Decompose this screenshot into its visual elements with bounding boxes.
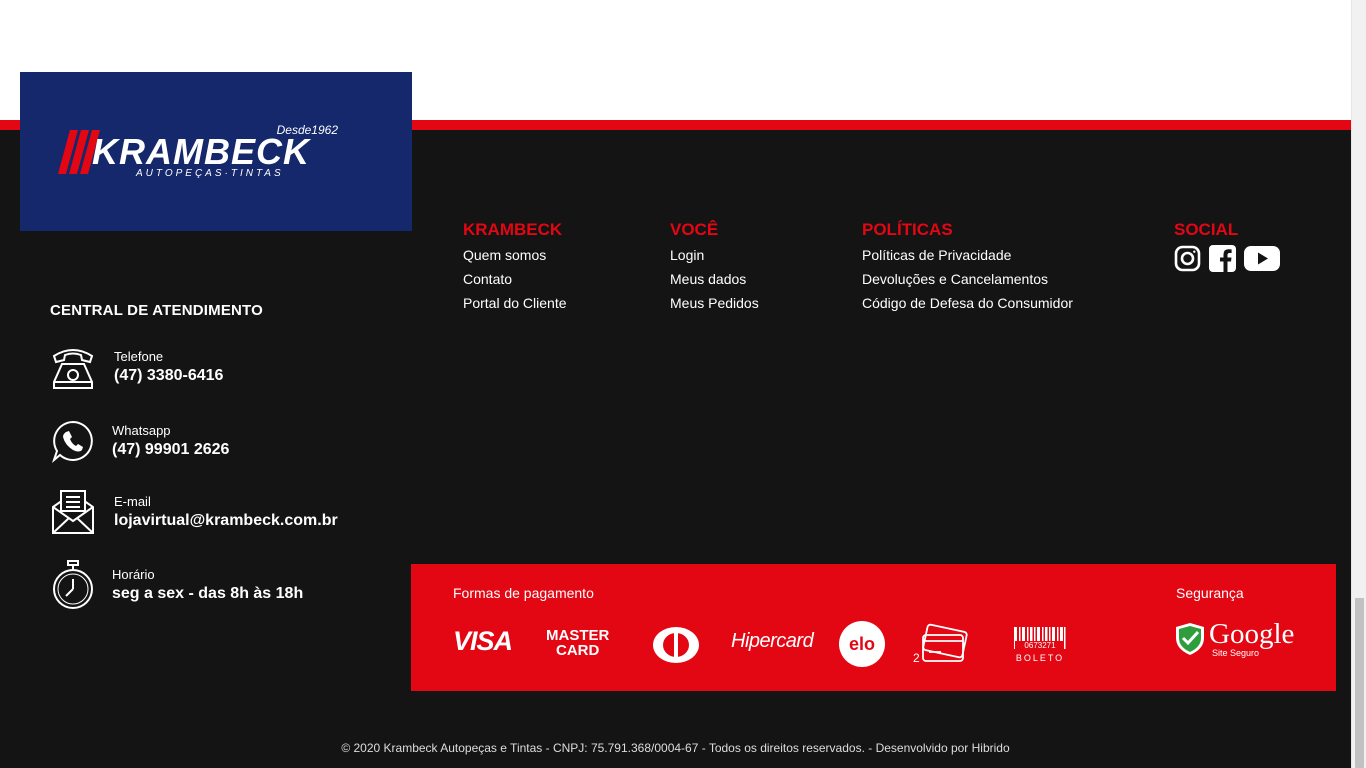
contact-value: seg a sex - das 8h às 18h	[112, 584, 304, 602]
link-devolucoes[interactable]: Devoluções e Cancelamentos	[862, 267, 1073, 291]
facebook-icon[interactable]	[1209, 245, 1236, 272]
instagram-icon[interactable]	[1174, 245, 1201, 272]
email-icon	[50, 489, 96, 535]
boleto-number: 0673271	[1024, 641, 1056, 650]
telephone-icon	[50, 344, 96, 390]
footer-col-krambeck: KRAMBECK Quem somos Contato Portal do Cl…	[463, 219, 567, 315]
contact-label: Telefone	[114, 348, 164, 364]
krambeck-logo[interactable]: Desde1962 KRAMBECK AUTOPEÇAS·TINTAS	[20, 72, 412, 231]
link-codigo-defesa-consumidor[interactable]: Código de Defesa do Consumidor	[862, 291, 1073, 315]
logo-tagline: AUTOPEÇAS·TINTAS	[135, 168, 284, 179]
link-meus-dados[interactable]: Meus dados	[670, 267, 759, 291]
contact-label: E-mail	[114, 493, 151, 509]
contact-email[interactable]: E-mail lojavirtual@krambeck.com.br	[50, 489, 338, 535]
contact-value[interactable]: lojavirtual@krambeck.com.br	[114, 511, 338, 531]
visa-logo: VISA	[453, 626, 513, 656]
scrollbar-thumb[interactable]	[1355, 598, 1364, 768]
krambeck-logo-mark: Desde1962 KRAMBECK AUTOPEÇAS·TINTAS	[58, 123, 338, 179]
boleto-logo: 0673271 BOLETO	[1013, 626, 1067, 664]
mastercard-line1: MASTER	[546, 627, 610, 644]
col-title: SOCIAL	[1174, 220, 1239, 239]
stopwatch-icon	[50, 560, 96, 609]
central-title: CENTRAL DE ATENDIMENTO	[50, 302, 264, 319]
link-login[interactable]: Login	[670, 243, 759, 267]
whatsapp-icon	[50, 418, 96, 464]
contact-whatsapp[interactable]: Whatsapp (47) 99901 2626	[50, 418, 229, 464]
contact-label: Horário	[112, 566, 155, 582]
link-portal-do-cliente[interactable]: Portal do Cliente	[463, 291, 567, 315]
installment-cards-icon: 2	[913, 622, 971, 664]
security-title: Segurança	[1176, 585, 1244, 601]
contact-value[interactable]: (47) 99901 2626	[112, 440, 229, 460]
site-seguro-text: Site Seguro	[1212, 648, 1260, 658]
footer-col-voce: VOCÊ Login Meus dados Meus Pedidos	[670, 219, 759, 315]
link-quem-somos[interactable]: Quem somos	[463, 243, 567, 267]
payment-title: Formas de pagamento	[453, 585, 594, 601]
scrollbar[interactable]	[1351, 0, 1366, 768]
elo-logo: elo	[839, 621, 885, 667]
shield-check-icon	[1176, 623, 1204, 655]
mastercard-logo: MASTER CARD	[546, 628, 609, 658]
elo-text: elo	[849, 634, 875, 654]
contact-telefone[interactable]: Telefone (47) 3380-6416	[50, 344, 223, 390]
copyright: © 2020 Krambeck Autopeças e Tintas - CNP…	[341, 741, 1010, 755]
google-safe-site-badge: Google Site Seguro	[1175, 620, 1294, 658]
diners-logo	[652, 626, 700, 664]
col-title: POLÍTICAS	[862, 220, 953, 239]
contact-label: Whatsapp	[112, 422, 171, 438]
boleto-text: BOLETO	[1016, 653, 1064, 663]
logo-brand: KRAMBECK	[92, 131, 312, 172]
payment-security-panel: Formas de pagamento Segurança VISA MASTE…	[411, 564, 1336, 691]
contact-horario: Horário seg a sex - das 8h às 18h	[50, 560, 304, 609]
footer-col-politicas: POLÍTICAS Políticas de Privacidade Devol…	[862, 219, 1073, 315]
footer-col-social: SOCIAL	[1174, 219, 1280, 272]
mastercard-line2: CARD	[556, 642, 600, 659]
installments-number: 2	[913, 651, 920, 664]
col-title: KRAMBECK	[463, 220, 563, 239]
contact-value[interactable]: (47) 3380-6416	[114, 366, 223, 386]
hipercard-logo: Hipercard	[731, 630, 814, 652]
youtube-icon[interactable]	[1244, 245, 1280, 272]
google-text: Google	[1209, 618, 1295, 650]
col-title: VOCÊ	[670, 220, 719, 239]
link-politicas-de-privacidade[interactable]: Políticas de Privacidade	[862, 243, 1073, 267]
link-contato[interactable]: Contato	[463, 267, 567, 291]
link-meus-pedidos[interactable]: Meus Pedidos	[670, 291, 759, 315]
